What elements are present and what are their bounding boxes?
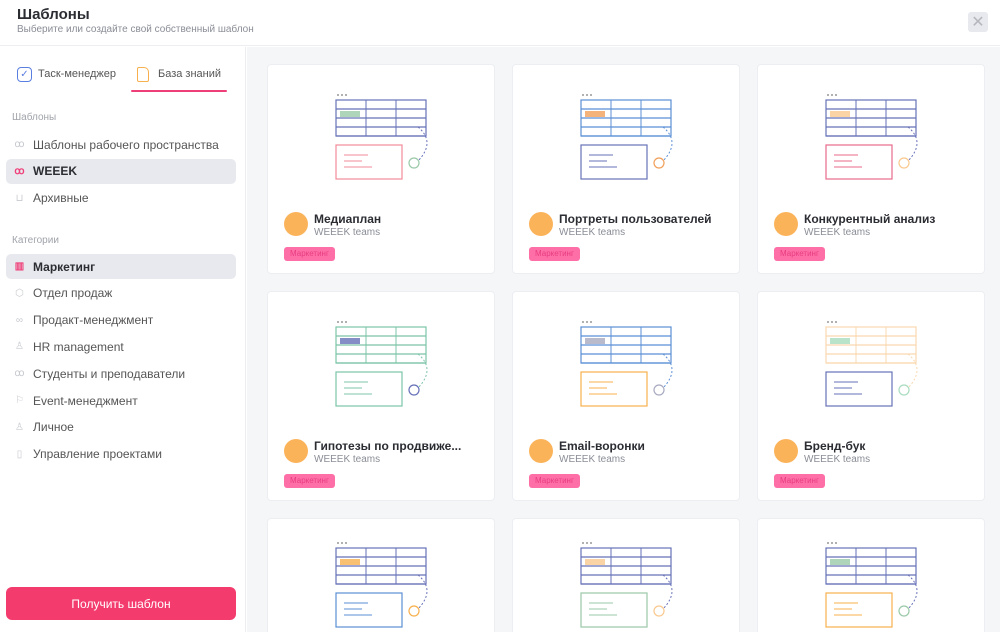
template-card[interactable] [757, 518, 985, 632]
avatar [774, 212, 798, 236]
category-badge: Маркетинг [284, 474, 335, 488]
tab-task-manager[interactable]: ✓ Таск-менеджер [17, 64, 137, 84]
category-badge: Маркетинг [774, 247, 825, 261]
template-illustration [335, 94, 428, 180]
category-badge: Маркетинг [529, 247, 580, 261]
card-author: WEEEK teams [559, 454, 626, 465]
sidebar-item[interactable]: ꝏ WEEEK [6, 158, 236, 184]
flag-icon: ⚐ [15, 395, 24, 406]
template-card[interactable] [512, 518, 740, 632]
card-title: Гипотезы по продвиже... [314, 439, 462, 453]
category-badge: Маркетинг [529, 474, 580, 488]
template-card[interactable]: Гипотезы по продвиже... WEEEK teams Марк… [267, 291, 495, 501]
card-title: Бренд-бук [804, 439, 866, 453]
sidebar-item-label: Управление проектами [33, 447, 162, 462]
tab-label: Таск-менеджер [38, 68, 116, 80]
sidebar-item-label: Event-менеджмент [33, 393, 138, 408]
team-icon: ꝏ [14, 139, 25, 150]
header: Шаблоны Выберите или создайте свой собст… [0, 0, 1000, 46]
card-author: WEEEK teams [314, 227, 381, 238]
template-grid: Медиаплан WEEEK teams Маркетинг Портреты… [247, 47, 1000, 632]
nodes-icon: ∞ [15, 314, 24, 326]
template-illustration [580, 94, 673, 180]
box-icon: ⬡ [15, 287, 24, 299]
templates-heading: Шаблоны [12, 112, 57, 123]
close-button[interactable]: ✕ [968, 12, 988, 32]
sidebar-item[interactable]: ꝏ Шаблоны рабочего пространства [6, 132, 236, 157]
template-card[interactable]: Конкурентный анализ WEEEK teams Маркетин… [757, 64, 985, 274]
sidebar: ✓ Таск-менеджер База знаний Шаблоны ꝏ Шабл… [0, 47, 246, 632]
template-card[interactable] [267, 518, 495, 632]
sidebar-item-label: WEEEK [33, 164, 78, 179]
template-illustration [580, 542, 673, 628]
page-subtitle: Выберите или создайте свой собственный ш… [17, 24, 254, 35]
archive-icon: ⊔ [15, 192, 24, 204]
columns-icon: ▯ [16, 448, 23, 460]
avatar [529, 439, 553, 463]
template-illustration [335, 542, 428, 628]
sidebar-item[interactable]: ♙ HR management [6, 334, 236, 359]
checkbox-icon: ✓ [17, 66, 32, 82]
sidebar-item[interactable]: ⚐ Event-менеджмент [6, 388, 236, 413]
user-plus-icon: ♙ [15, 341, 24, 353]
page-title: Шаблоны [17, 6, 90, 23]
sidebar-item[interactable]: ▯ Управление проектами [6, 442, 236, 467]
card-author: WEEEK teams [804, 227, 871, 238]
tab-knowledge-base[interactable]: База знаний [130, 64, 228, 92]
sidebar-item[interactable]: ♙ Личное [6, 415, 236, 440]
sidebar-item[interactable]: ꝏ Студенты и преподаватели [6, 361, 236, 386]
category-badge: Маркетинг [284, 247, 335, 261]
category-badge: Маркетинг [774, 474, 825, 488]
close-icon: ✕ [971, 14, 985, 31]
document-icon [137, 66, 149, 82]
sidebar-item-label: Отдел продаж [33, 286, 113, 301]
sidebar-item-label: Архивные [33, 191, 89, 206]
card-title: Конкурентный анализ [804, 212, 936, 226]
card-author: WEEEK teams [559, 227, 626, 238]
card-author: WEEEK teams [804, 454, 871, 465]
chart-icon: ▥ [14, 261, 25, 272]
sidebar-item[interactable]: ⬡ Отдел продаж [6, 281, 236, 306]
template-illustration [335, 321, 428, 407]
card-title: Портреты пользователей [559, 212, 712, 226]
sidebar-item-label: Личное [33, 420, 74, 435]
sidebar-item[interactable]: ∞ Продакт-менеджмент [6, 308, 236, 333]
sidebar-item[interactable]: ▥ Маркетинг [6, 254, 236, 279]
template-card[interactable]: Email-воронки WEEEK teams Маркетинг [512, 291, 740, 501]
sidebar-item[interactable]: ⊔ Архивные [6, 186, 236, 211]
card-title: Email-воронки [559, 439, 645, 453]
sidebar-item-label: HR management [33, 339, 124, 354]
sidebar-item-label: Продакт-менеджмент [33, 313, 154, 328]
card-author: WEEEK teams [314, 454, 381, 465]
sidebar-item-label: Студенты и преподаватели [33, 366, 186, 381]
categories-heading: Категории [12, 235, 59, 246]
sidebar-item-label: Шаблоны рабочего пространства [33, 137, 219, 152]
team-icon: ꝏ [14, 368, 25, 380]
avatar [774, 439, 798, 463]
template-illustration [825, 94, 918, 180]
template-illustration [825, 542, 918, 628]
avatar [284, 212, 308, 236]
avatar [284, 439, 308, 463]
get-template-button[interactable]: Получить шаблон [6, 587, 236, 620]
avatar [529, 212, 553, 236]
template-card[interactable]: Портреты пользователей WEEEK teams Марке… [512, 64, 740, 274]
user-icon: ♙ [15, 421, 24, 433]
card-title: Медиаплан [314, 212, 382, 226]
team-icon: ꝏ [14, 165, 25, 177]
template-card[interactable]: Бренд-бук WEEEK teams Маркетинг [757, 291, 985, 501]
template-card[interactable]: Медиаплан WEEEK teams Маркетинг [267, 64, 495, 274]
template-illustration [580, 321, 673, 407]
sidebar-item-label: Маркетинг [33, 259, 96, 274]
template-illustration [825, 321, 918, 407]
tab-label: База знаний [158, 68, 222, 80]
